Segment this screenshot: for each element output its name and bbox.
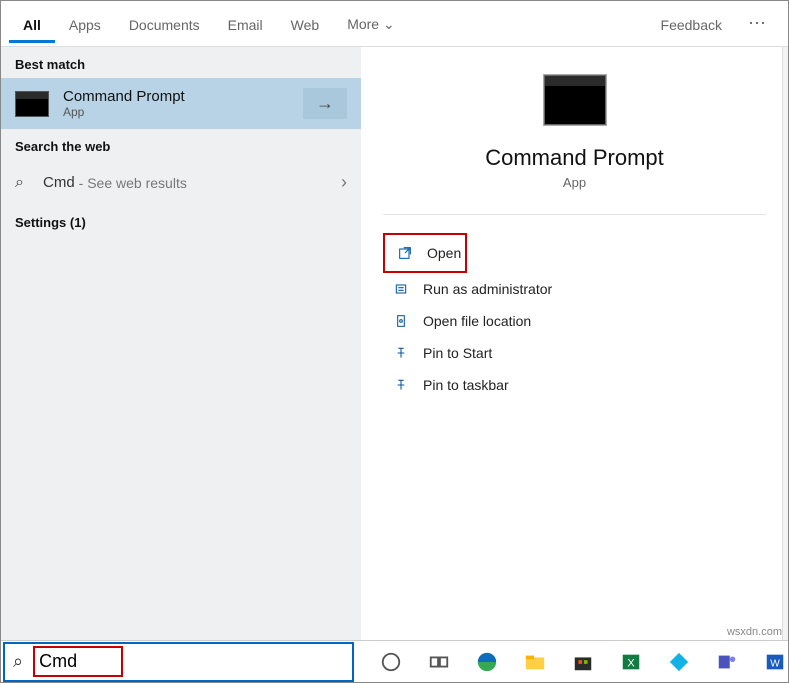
edge-icon[interactable]: [474, 649, 500, 675]
app-large-icon: [544, 75, 606, 125]
svg-text:X: X: [627, 657, 635, 669]
web-result-hint: - See web results: [79, 175, 187, 191]
app-title: Command Prompt: [361, 145, 788, 171]
tab-web[interactable]: Web: [277, 5, 334, 43]
result-subtitle: App: [63, 105, 303, 119]
divider: [383, 214, 766, 215]
result-title: Command Prompt: [63, 88, 303, 105]
folder-icon: [389, 313, 413, 329]
taskbar-apps: X W: [354, 649, 788, 675]
feedback-link[interactable]: Feedback: [647, 5, 736, 43]
search-icon: ⌕: [5, 651, 31, 672]
best-match-header: Best match: [1, 47, 361, 78]
action-open[interactable]: Open: [389, 237, 461, 269]
chevron-down-icon: ⌄: [383, 16, 395, 32]
action-pin-to-taskbar[interactable]: Pin to taskbar: [361, 369, 788, 401]
search-input[interactable]: [37, 650, 97, 673]
microsoft-store-icon[interactable]: [570, 649, 596, 675]
action-run-as-admin-label: Run as administrator: [423, 281, 552, 297]
open-highlight: Open: [383, 233, 467, 273]
teams-icon[interactable]: [714, 649, 740, 675]
shield-icon: [389, 281, 413, 297]
kodi-icon[interactable]: [666, 649, 692, 675]
search-filter-tabs: All Apps Documents Email Web More ⌄ Feed…: [1, 1, 788, 47]
cortana-icon[interactable]: [378, 649, 404, 675]
web-result-cmd[interactable]: ⌕ Cmd - See web results ›: [1, 160, 361, 205]
word-icon[interactable]: W: [762, 649, 788, 675]
search-icon: ⌕: [15, 174, 43, 192]
task-view-icon[interactable]: [426, 649, 452, 675]
search-web-header: Search the web: [1, 129, 361, 160]
file-explorer-icon[interactable]: [522, 649, 548, 675]
excel-icon[interactable]: X: [618, 649, 644, 675]
open-icon: [393, 245, 417, 261]
app-subtitle: App: [361, 175, 788, 190]
pin-icon: [389, 345, 413, 361]
watermark: wsxdn.com: [727, 626, 782, 638]
results-panel: Best match Command Prompt App → Search t…: [1, 47, 361, 640]
action-pin-to-start[interactable]: Pin to Start: [361, 337, 788, 369]
search-value-highlight: [33, 646, 123, 677]
pin-icon: [389, 377, 413, 393]
tab-more[interactable]: More ⌄: [333, 4, 409, 43]
tab-documents[interactable]: Documents: [115, 5, 214, 43]
tab-apps[interactable]: Apps: [55, 5, 115, 43]
taskbar-search[interactable]: ⌕: [3, 642, 354, 682]
taskbar: ⌕ X W: [1, 640, 788, 682]
svg-text:W: W: [770, 658, 780, 669]
action-run-as-admin[interactable]: Run as administrator: [361, 273, 788, 305]
settings-header[interactable]: Settings (1): [1, 205, 361, 236]
action-pin-to-taskbar-label: Pin to taskbar: [423, 377, 509, 393]
tab-email[interactable]: Email: [214, 5, 277, 43]
tab-all[interactable]: All: [9, 5, 55, 43]
web-result-term: Cmd: [43, 174, 75, 191]
command-prompt-icon: [15, 91, 49, 117]
result-command-prompt[interactable]: Command Prompt App →: [1, 78, 361, 129]
action-open-file-location-label: Open file location: [423, 313, 531, 329]
expand-arrow-icon[interactable]: →: [303, 88, 347, 119]
preview-panel: Command Prompt App Open Run as administr…: [361, 47, 788, 640]
more-options-button[interactable]: ⋯: [736, 13, 780, 34]
chevron-right-icon: ›: [341, 172, 347, 193]
action-open-file-location[interactable]: Open file location: [361, 305, 788, 337]
action-open-label: Open: [427, 245, 461, 261]
action-pin-to-start-label: Pin to Start: [423, 345, 492, 361]
